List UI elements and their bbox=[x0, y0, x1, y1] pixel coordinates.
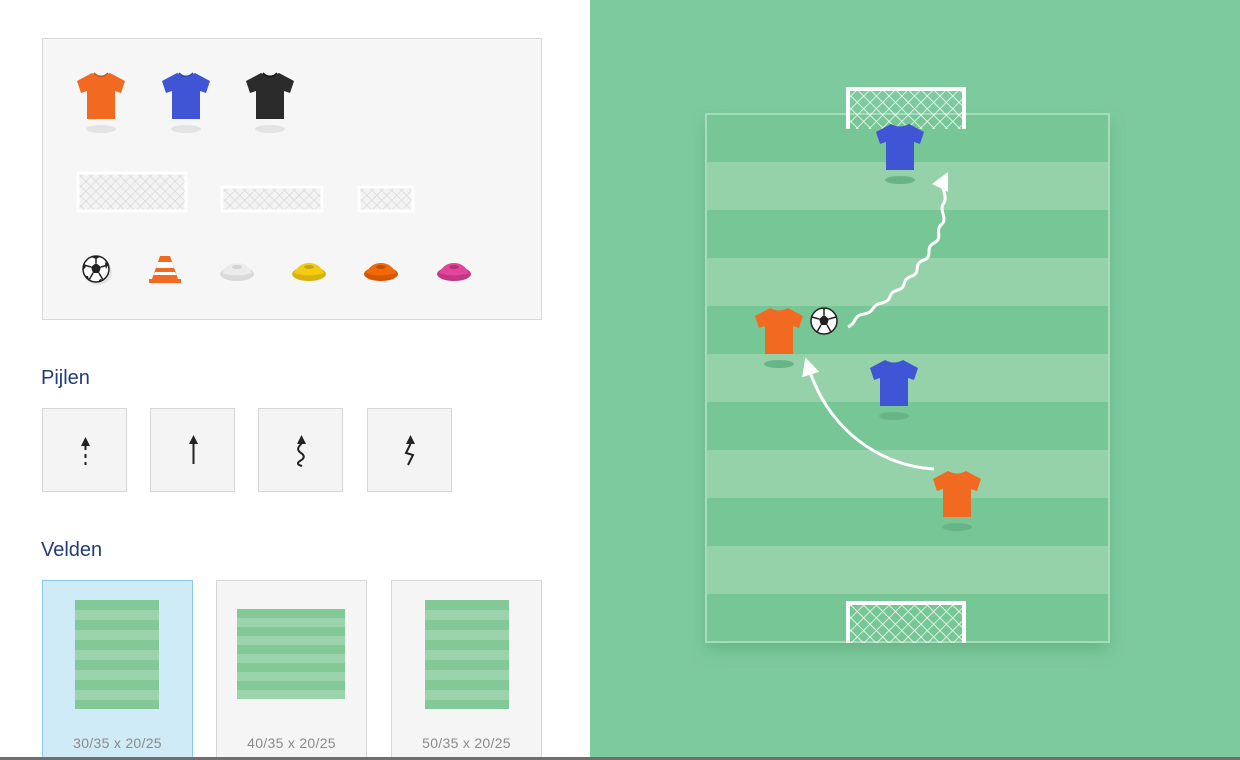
field-preview bbox=[237, 609, 345, 699]
straight-arrow-icon bbox=[189, 435, 198, 464]
wavy-arrow-button[interactable] bbox=[258, 408, 343, 492]
dashed-arrow-button[interactable] bbox=[42, 408, 127, 492]
blue-shirt-icon[interactable] bbox=[160, 71, 212, 140]
yellow-disc-cone-icon[interactable] bbox=[291, 259, 327, 288]
large-goal-icon[interactable] bbox=[76, 171, 188, 218]
field-preview bbox=[75, 600, 159, 709]
ball-icon[interactable] bbox=[79, 252, 113, 291]
black-shirt-icon[interactable] bbox=[244, 71, 296, 140]
field-option-2[interactable]: 40/35 x 20/25 bbox=[216, 580, 367, 760]
field-preview bbox=[425, 600, 509, 709]
ball-icon[interactable] bbox=[810, 307, 838, 335]
cone-icon[interactable] bbox=[147, 253, 183, 290]
field-size-label: 50/35 x 20/25 bbox=[422, 735, 511, 751]
zigzag-arrow-button[interactable] bbox=[367, 408, 452, 492]
board-canvas[interactable] bbox=[590, 0, 1240, 760]
wavy-arrow-icon bbox=[296, 435, 306, 467]
fields-heading: Velden bbox=[41, 539, 103, 561]
top-goal[interactable] bbox=[846, 87, 966, 129]
field-option-3[interactable]: 50/35 x 20/25 bbox=[391, 580, 542, 760]
medium-goal-icon[interactable] bbox=[220, 185, 324, 218]
small-goal-icon[interactable] bbox=[357, 185, 415, 218]
orange-disc-cone-icon[interactable] bbox=[363, 259, 399, 288]
field-option-1[interactable]: 30/35 x 20/25 bbox=[42, 580, 193, 760]
field-size-label: 30/35 x 20/25 bbox=[73, 735, 162, 751]
field-size-label: 40/35 x 20/25 bbox=[247, 735, 336, 751]
pink-disc-cone-icon[interactable] bbox=[436, 259, 472, 288]
left-panel: Pijlen Velden 30/35 x 20/25 40/35 x 20/2… bbox=[0, 0, 590, 760]
dashed-arrow-icon bbox=[81, 437, 90, 465]
arrows-heading: Pijlen bbox=[41, 367, 90, 389]
orange-shirt-icon[interactable] bbox=[75, 71, 127, 140]
equipment-palette bbox=[42, 38, 542, 320]
straight-arrow-button[interactable] bbox=[150, 408, 235, 492]
tactics-board[interactable] bbox=[590, 0, 1240, 760]
white-disc-cone-icon[interactable] bbox=[219, 259, 255, 288]
bottom-goal[interactable] bbox=[846, 601, 966, 643]
zigzag-arrow-icon bbox=[404, 435, 415, 466]
